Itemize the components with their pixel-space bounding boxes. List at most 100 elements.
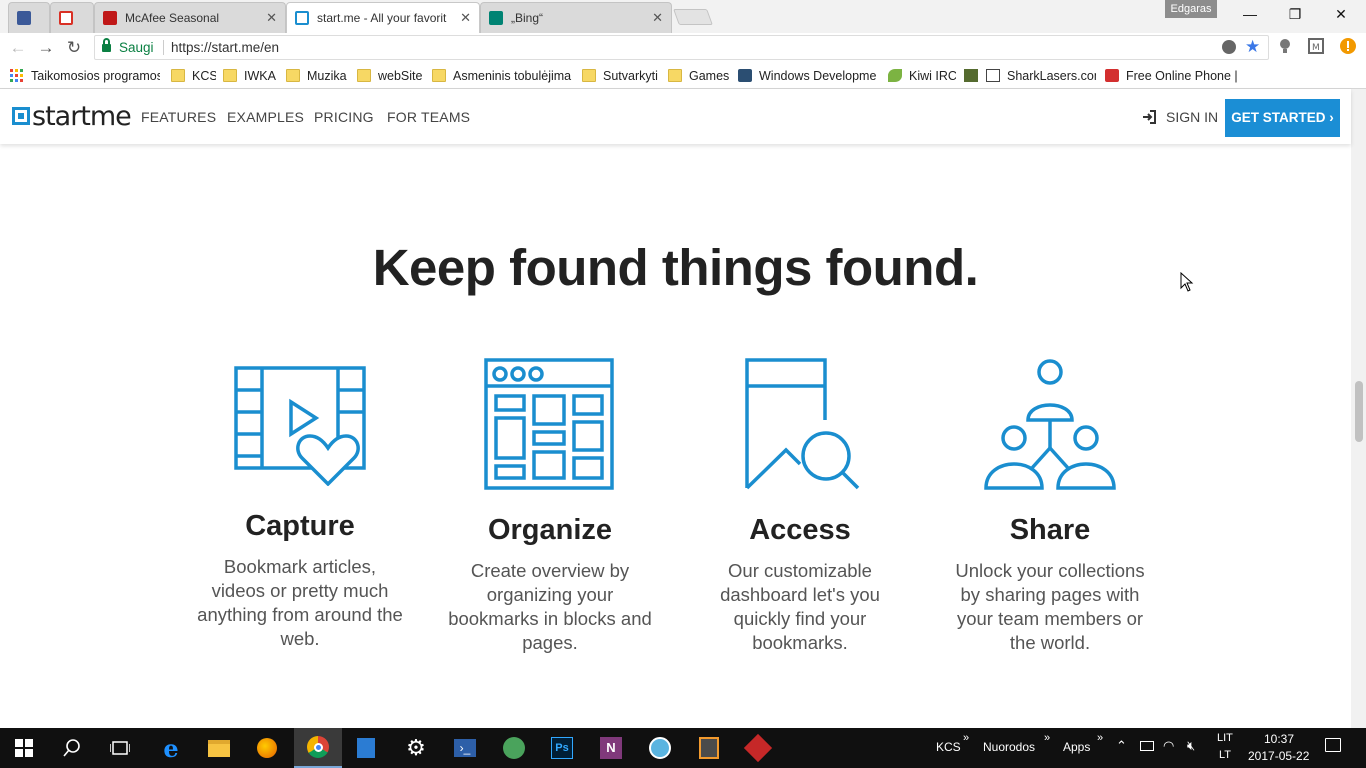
powershell-icon: ›_	[454, 739, 476, 757]
bookmark-camo[interactable]	[964, 67, 984, 84]
battery-icon[interactable]	[1140, 741, 1154, 751]
feature-description: Unlock your collections by sharing pages…	[955, 560, 1145, 653]
page-scrollbar[interactable]	[1351, 89, 1366, 728]
m-extension-icon[interactable]: M	[1308, 38, 1324, 54]
taskbar-onenote[interactable]: N	[587, 728, 635, 768]
tab-title: „Bing“	[511, 11, 544, 25]
tab-facebook[interactable]	[8, 2, 50, 33]
bookmark-kiwi-irc[interactable]: Kiwi IRC	[888, 67, 956, 84]
tab-startme[interactable]: start.me - All your favorit ✕	[286, 2, 480, 33]
bookmark-label: Kiwi IRC	[909, 68, 956, 83]
bookmark-sharklasers[interactable]: SharkLasers.com	[986, 67, 1096, 84]
taskbar-sublime[interactable]	[685, 728, 733, 768]
bookmark-folder-sutvarkyti[interactable]: Sutvarkyti	[582, 67, 660, 84]
reload-button[interactable]: ↻	[62, 37, 86, 59]
toolbar-kcs[interactable]: KCS	[936, 740, 961, 754]
bookmark-apps[interactable]: Taikomosios programos	[10, 67, 160, 84]
close-tab-icon[interactable]: ✕	[266, 10, 277, 26]
close-window-button[interactable]: ✕	[1318, 0, 1364, 30]
chevron-icon[interactable]: »	[963, 732, 969, 744]
address-bar[interactable]: Saugi https://start.me/en ★	[94, 35, 1269, 60]
checklist-icon	[357, 738, 375, 758]
back-button[interactable]: ←	[6, 37, 30, 59]
nav-for-teams[interactable]: FOR TEAMS	[387, 109, 470, 125]
logo-text: startme	[32, 100, 132, 132]
sharklasers-icon	[986, 69, 1000, 82]
taskbar-edge[interactable]: e	[147, 728, 195, 768]
clock-date[interactable]: 2017-05-22	[1248, 749, 1309, 763]
tab-bing[interactable]: „Bing“ ✕	[480, 2, 672, 33]
show-hidden-icons-icon[interactable]: ⌃	[1116, 738, 1127, 754]
feature-share: Share Unlock your collections by sharing…	[945, 358, 1155, 655]
nav-features[interactable]: FEATURES	[141, 109, 216, 125]
bookmark-label: Free Online Phone | R	[1126, 68, 1240, 83]
bookmark-star-icon[interactable]: ★	[1245, 37, 1260, 57]
taskbar-app-firefox[interactable]	[243, 728, 291, 768]
windows-taskbar: e ⚙ ›_ Ps N KCS » Nuorodos » Apps » ⌃ ◠ …	[0, 728, 1366, 768]
start-button[interactable]	[0, 728, 48, 768]
get-started-button[interactable]: GET STARTED ›	[1225, 99, 1340, 137]
startme-logo[interactable]: startme	[12, 100, 132, 132]
bookmark-folder-games[interactable]: Games	[668, 67, 730, 84]
toolbar-apps[interactable]: Apps	[1063, 740, 1090, 754]
profile-badge[interactable]: Edgaras	[1165, 0, 1217, 18]
search-button[interactable]	[48, 728, 96, 768]
bookmark-folder-muzika[interactable]: Muzika	[286, 67, 351, 84]
tab-title: start.me - All your favorit	[317, 11, 447, 25]
language-bottom[interactable]: LT	[1219, 749, 1231, 761]
tab-gmail[interactable]	[50, 2, 94, 33]
minimize-button[interactable]: —	[1227, 0, 1273, 30]
forward-button[interactable]: →	[34, 37, 58, 59]
chevron-icon[interactable]: »	[1044, 732, 1050, 744]
taskbar-chrome[interactable]	[294, 728, 342, 768]
toolbar-nuorodos[interactable]: Nuorodos	[983, 740, 1035, 754]
bookmark-free-online-phone[interactable]: Free Online Phone | R	[1105, 67, 1240, 84]
bookmark-label: KCS	[192, 68, 216, 83]
bookmark-folder-kcs[interactable]: KCS	[171, 67, 216, 84]
taskbar-file-explorer[interactable]	[195, 728, 243, 768]
taskbar-photoshop[interactable]: Ps	[538, 728, 586, 768]
sign-in-link[interactable]: SIGN IN	[1142, 109, 1218, 125]
taskbar-powershell[interactable]: ›_	[441, 728, 489, 768]
taskbar-atom[interactable]	[490, 728, 538, 768]
folder-icon	[171, 69, 185, 82]
taskbar-app-red[interactable]	[734, 728, 782, 768]
taskbar-todo[interactable]	[342, 728, 390, 768]
startme-logo-icon	[12, 107, 30, 125]
chevron-icon[interactable]: »	[1097, 732, 1103, 744]
close-tab-icon[interactable]: ✕	[460, 10, 471, 26]
bookmark-folder-website[interactable]: webSite	[357, 67, 425, 84]
taskbar-settings[interactable]: ⚙	[392, 728, 440, 768]
feature-title: Organize	[487, 514, 613, 546]
url-text[interactable]: https://start.me/en	[171, 40, 279, 55]
folder-icon	[286, 69, 300, 82]
restore-button[interactable]: ❐	[1272, 0, 1318, 30]
action-center-icon[interactable]	[1325, 738, 1341, 752]
new-tab-button[interactable]	[673, 9, 713, 25]
language-top[interactable]: LIT	[1217, 732, 1233, 744]
task-view-icon	[110, 741, 130, 755]
sublime-icon	[699, 737, 719, 759]
nav-pricing[interactable]: PRICING	[314, 109, 374, 125]
tab-mcafee[interactable]: McAfee Seasonal ✕	[94, 2, 286, 33]
scrollbar-thumb[interactable]	[1355, 381, 1363, 442]
bookmark-folder-asmeninis[interactable]: Asmeninis tobulėjima	[432, 67, 572, 84]
svg-text:M: M	[1312, 43, 1320, 53]
nav-examples[interactable]: EXAMPLES	[227, 109, 304, 125]
bookmark-folder-iwka[interactable]: IWKA	[223, 67, 278, 84]
clock-time[interactable]: 10:37	[1264, 732, 1294, 746]
task-view-button[interactable]	[96, 728, 144, 768]
volume-muted-icon[interactable]: 🔇︎	[1187, 738, 1195, 754]
feature-title: Capture	[245, 510, 355, 542]
bookmark-label: IWKA	[244, 68, 276, 83]
translate-icon[interactable]	[1222, 40, 1236, 54]
wifi-icon[interactable]: ◠	[1163, 738, 1174, 754]
bulb-extension-icon[interactable]	[1277, 38, 1293, 54]
taskbar-app-blue[interactable]	[636, 728, 684, 768]
divider	[163, 40, 164, 55]
startme-icon	[295, 11, 309, 25]
bookmark-label: Games	[689, 68, 730, 83]
close-tab-icon[interactable]: ✕	[652, 10, 663, 26]
warning-extension-icon[interactable]	[1340, 38, 1356, 54]
bookmark-windows-dev[interactable]: Windows Developmer	[738, 67, 876, 84]
